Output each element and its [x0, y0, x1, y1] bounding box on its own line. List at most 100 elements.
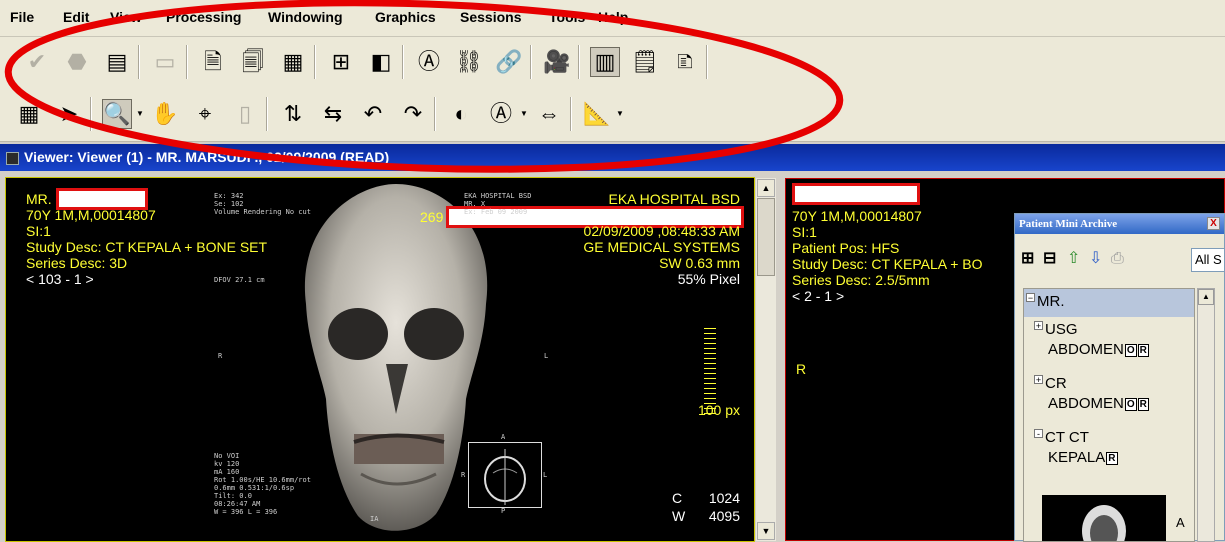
- series-thumbnail[interactable]: [1042, 495, 1166, 541]
- flip-horizontal-button[interactable]: ⇆: [318, 99, 348, 129]
- badge-r: R: [1137, 343, 1149, 357]
- study-datetime: 02/09/2009 ,08:48:33 AM: [583, 223, 740, 239]
- expand-all-icon[interactable]: ⊞: [1021, 251, 1034, 267]
- layout-add-button[interactable]: ▦: [278, 47, 308, 77]
- toolbar-separator: [530, 45, 532, 79]
- zoom-magnifier-button[interactable]: 🔍: [102, 99, 132, 129]
- single-layout-button[interactable]: ◧: [366, 47, 396, 77]
- tree-study-cr-desc[interactable]: ABDOMEN O R: [1048, 395, 1149, 412]
- link-arrow-button[interactable]: ⛓: [454, 47, 484, 77]
- cine-icon: ⇔: [538, 101, 560, 126]
- checkmark-icon: ✔: [27, 49, 47, 74]
- archive-filter-select[interactable]: All S: [1191, 248, 1225, 272]
- cine-button[interactable]: ⇔: [534, 99, 564, 129]
- menu-graphics[interactable]: Graphics: [375, 9, 436, 25]
- burned-dfov: DFOV 27.1 cm: [214, 276, 265, 284]
- window-level-button[interactable]: Ⓐ: [486, 99, 516, 129]
- annotation-a-button[interactable]: Ⓐ: [414, 47, 444, 77]
- menu-processing[interactable]: Processing: [166, 9, 241, 25]
- orient-right-2: R: [796, 361, 807, 377]
- link-button[interactable]: 🔗: [494, 47, 524, 77]
- burned-text-tl: Ex: 342 Se: 102 Volume Rendering No cut: [214, 192, 311, 216]
- toolbar-separator: [570, 97, 572, 131]
- tree-study-usg[interactable]: + USG: [1034, 321, 1078, 338]
- viewport-scrollbar[interactable]: ▲ ▼: [756, 178, 776, 541]
- sticky-note-icon: 🗈: [676, 49, 694, 74]
- collapse-node-icon[interactable]: -: [1034, 429, 1043, 439]
- expand-node-icon[interactable]: +: [1034, 321, 1043, 331]
- open-window-icon: ▤: [106, 49, 128, 74]
- measure-angle-button[interactable]: 📐: [582, 99, 612, 129]
- document-button[interactable]: 🗎: [198, 47, 228, 77]
- film-camera-button[interactable]: 🎥: [542, 47, 572, 77]
- patient-info-2: 70Y 1M,M,00014807: [792, 208, 922, 224]
- tree-study-ct[interactable]: - CT CT: [1034, 429, 1089, 446]
- probe-icon: ⌖: [198, 101, 212, 126]
- manufacturer: GE MEDICAL SYSTEMS: [583, 239, 740, 255]
- save-disk-icon: ▭: [154, 49, 176, 74]
- link-arrow-icon: ⛓: [455, 49, 483, 74]
- probe-button[interactable]: ⌖: [190, 99, 220, 129]
- flip-disabled-icon: ▯: [238, 101, 252, 126]
- zoom-magnifier-icon: 🔍: [103, 101, 131, 126]
- toolbar-separator: [402, 45, 404, 79]
- collapse-all-icon[interactable]: ⊟: [1043, 251, 1056, 267]
- scroll-down-icon[interactable]: ▼: [757, 522, 775, 540]
- toolbar-separator: [266, 97, 268, 131]
- tree-study-cr[interactable]: + CR: [1034, 375, 1067, 392]
- viewport-3d[interactable]: MR. 70Y 1M,M,00014807 SI:1 Study Desc: C…: [5, 177, 755, 542]
- orient-ia: IA: [370, 515, 379, 523]
- scroll-up-icon[interactable]: ▲: [1198, 289, 1214, 305]
- document-stack-button[interactable]: 🗐: [238, 47, 268, 77]
- series-desc-2: Series Desc: 2.5/5mm: [792, 272, 930, 288]
- slice-width: SW 0.63 mm: [659, 255, 740, 271]
- window-level-icon: Ⓐ: [489, 101, 512, 126]
- grid-select-button[interactable]: ▦: [14, 99, 44, 129]
- tree-study-ct-desc[interactable]: KEPALA R: [1048, 449, 1118, 466]
- grid-layout-button[interactable]: ⊞: [326, 47, 356, 77]
- tools-toolbar: ▦ ➤ 🔍 ▼ ✋ ⌖ ▯ ⇅ ⇆ ↶ ↷ ◐ Ⓐ ▼ ⇔ 📐 ▼: [0, 89, 1225, 142]
- viewer-window-icon: [6, 152, 19, 165]
- dropdown-arrow-icon[interactable]: ▼: [136, 109, 144, 118]
- menu-sessions[interactable]: Sessions: [460, 9, 521, 25]
- dropdown-arrow-icon[interactable]: ▼: [520, 109, 528, 118]
- ct-slice-thumbnail: [1082, 505, 1126, 541]
- pointer-arrow-button[interactable]: ➤: [54, 99, 84, 129]
- menu-view[interactable]: View: [110, 9, 142, 25]
- archive-scrollbar[interactable]: ▲: [1197, 288, 1215, 542]
- open-window-button[interactable]: ▤: [102, 47, 132, 77]
- menu-edit[interactable]: Edit: [63, 9, 89, 25]
- report-glasses-button[interactable]: 🗒: [630, 47, 660, 77]
- main-toolbar: ✔ ⬣ ▤ ▭ 🗎 🗐 ▦ ⊞ ◧ Ⓐ ⛓ 🔗 🎥 ▥ 🗒 🗈: [0, 37, 1225, 89]
- menu-tools[interactable]: Tools: [549, 9, 585, 25]
- collapse-node-icon[interactable]: −: [1026, 293, 1035, 303]
- move-down-icon[interactable]: ⇩: [1089, 251, 1102, 267]
- scroll-up-icon[interactable]: ▲: [757, 179, 775, 197]
- tree-study-usg-desc[interactable]: ABDOMEN O R: [1048, 341, 1149, 358]
- scroll-thumb[interactable]: [757, 198, 775, 276]
- dropdown-arrow-icon[interactable]: ▼: [616, 109, 624, 118]
- flip-vertical-icon: ⇅: [283, 101, 303, 126]
- checkmark-button: ✔: [22, 47, 52, 77]
- flip-vertical-button[interactable]: ⇅: [278, 99, 308, 129]
- print-icon[interactable]: ⎙: [1111, 251, 1124, 267]
- rotate-left-button[interactable]: ↶: [358, 99, 388, 129]
- image-index-2: < 2 - 1 >: [792, 288, 845, 304]
- menu-windowing[interactable]: Windowing: [268, 9, 343, 25]
- badge-o: O: [1124, 397, 1137, 411]
- sticky-note-button[interactable]: 🗈: [670, 47, 700, 77]
- tree-patient[interactable]: − MR.: [1026, 293, 1065, 310]
- hospital-name: EKA HOSPITAL BSD: [608, 191, 741, 207]
- move-up-icon[interactable]: ⇧: [1067, 251, 1080, 267]
- expand-node-icon[interactable]: +: [1034, 375, 1043, 385]
- menu-file[interactable]: File: [10, 9, 34, 25]
- study-label-ct: CT CT: [1045, 429, 1089, 446]
- close-icon[interactable]: X: [1207, 217, 1220, 230]
- rotate-right-button[interactable]: ↷: [398, 99, 428, 129]
- patient-position: Patient Pos: HFS: [792, 240, 900, 256]
- patient-list-button[interactable]: ▥: [590, 47, 620, 77]
- contrast-button[interactable]: ◐: [446, 99, 476, 129]
- pan-hand-button[interactable]: ✋: [150, 99, 180, 129]
- pointer-arrow-icon: ➤: [59, 101, 79, 126]
- menu-help[interactable]: Help: [598, 9, 628, 25]
